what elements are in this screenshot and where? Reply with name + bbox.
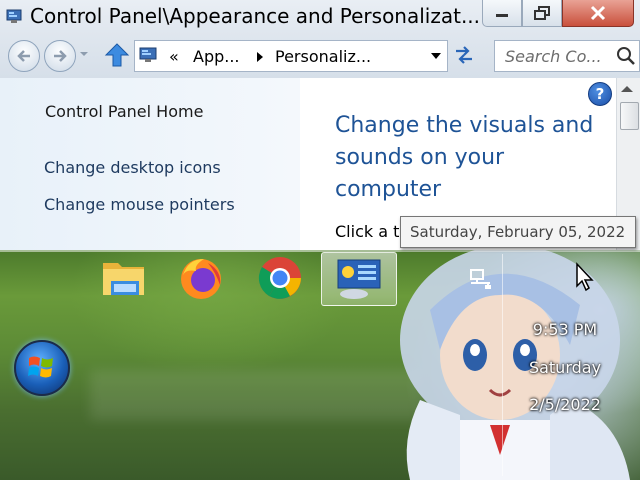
- clock-day[interactable]: Saturday: [506, 358, 624, 377]
- clock-time[interactable]: 9:53 PM: [506, 320, 624, 339]
- navigation-pane: Control Panel Home Change desktop icons …: [0, 78, 300, 250]
- recent-pages-chevron-icon[interactable]: [80, 50, 88, 58]
- date-tooltip: Saturday, February 05, 2022: [400, 216, 636, 248]
- forward-button[interactable]: [44, 40, 76, 72]
- clock-date[interactable]: 2/5/2022: [506, 395, 624, 414]
- breadcrumb-appearance[interactable]: App...: [193, 47, 240, 66]
- windows-logo-icon: [28, 356, 53, 378]
- address-bar[interactable]: « App... Personaliz...: [134, 40, 448, 72]
- breadcrumb-personalization[interactable]: Personaliz...: [275, 47, 371, 66]
- page-heading: Change the visuals and sounds on your co…: [335, 113, 594, 202]
- minimize-button[interactable]: [482, 0, 522, 27]
- minimize-icon: [496, 14, 508, 17]
- scroll-up-arrow-icon[interactable]: [621, 86, 633, 92]
- change-mouse-pointers-link[interactable]: Change mouse pointers: [44, 195, 235, 214]
- taskbar-control-panel[interactable]: [321, 252, 397, 306]
- search-box[interactable]: Search Co...: [494, 40, 640, 72]
- taskbar: 9:53 PM Saturday 2/5/2022: [0, 250, 640, 480]
- address-dropdown-icon[interactable]: [431, 53, 441, 59]
- control-panel-icon: [139, 47, 157, 62]
- mouse-cursor-icon: [576, 262, 594, 292]
- taskbar-chrome[interactable]: [243, 252, 317, 304]
- up-arrow-icon[interactable]: [104, 42, 130, 68]
- close-button[interactable]: [562, 0, 634, 27]
- taskbar-firefox[interactable]: [164, 252, 238, 304]
- refresh-icon: [456, 46, 472, 64]
- close-icon: [590, 5, 606, 21]
- taskbar-file-explorer[interactable]: [88, 252, 162, 304]
- control-panel-icon: [6, 9, 22, 23]
- refresh-button[interactable]: [450, 42, 478, 68]
- firefox-icon: [181, 259, 221, 299]
- maximize-button[interactable]: [522, 0, 562, 27]
- title-bar[interactable]: Control Panel\Appearance and Personaliza…: [0, 0, 640, 36]
- search-input[interactable]: Search Co...: [505, 47, 602, 66]
- wallpaper-watermark: [90, 370, 420, 420]
- scrollbar-thumb[interactable]: [620, 102, 639, 130]
- change-desktop-icons-link[interactable]: Change desktop icons: [44, 158, 221, 177]
- navigation-bar: « App... Personaliz... Search Co...: [0, 36, 640, 78]
- folder-icon: [103, 263, 144, 295]
- forward-arrow-icon: [54, 50, 67, 62]
- breadcrumb-chevron-icon[interactable]: [257, 52, 263, 62]
- tray-separator: [502, 254, 503, 476]
- chrome-icon: [258, 257, 301, 299]
- caption-buttons: [482, 0, 634, 27]
- control-panel-home-link[interactable]: Control Panel Home: [45, 102, 203, 121]
- control-panel-icon: [337, 259, 381, 299]
- back-arrow-icon: [17, 50, 30, 62]
- back-button[interactable]: [8, 40, 40, 72]
- breadcrumb-overflow[interactable]: «: [169, 47, 179, 66]
- control-panel-window: Control Panel\Appearance and Personaliza…: [0, 0, 640, 250]
- page-description: Click a th: [335, 222, 410, 241]
- search-icon[interactable]: [615, 45, 637, 67]
- restore-icon: [534, 6, 550, 20]
- help-icon[interactable]: ?: [588, 82, 612, 106]
- window-title: Control Panel\Appearance and Personaliza…: [30, 4, 481, 28]
- network-icon[interactable]: [468, 268, 494, 290]
- start-button[interactable]: [14, 340, 70, 396]
